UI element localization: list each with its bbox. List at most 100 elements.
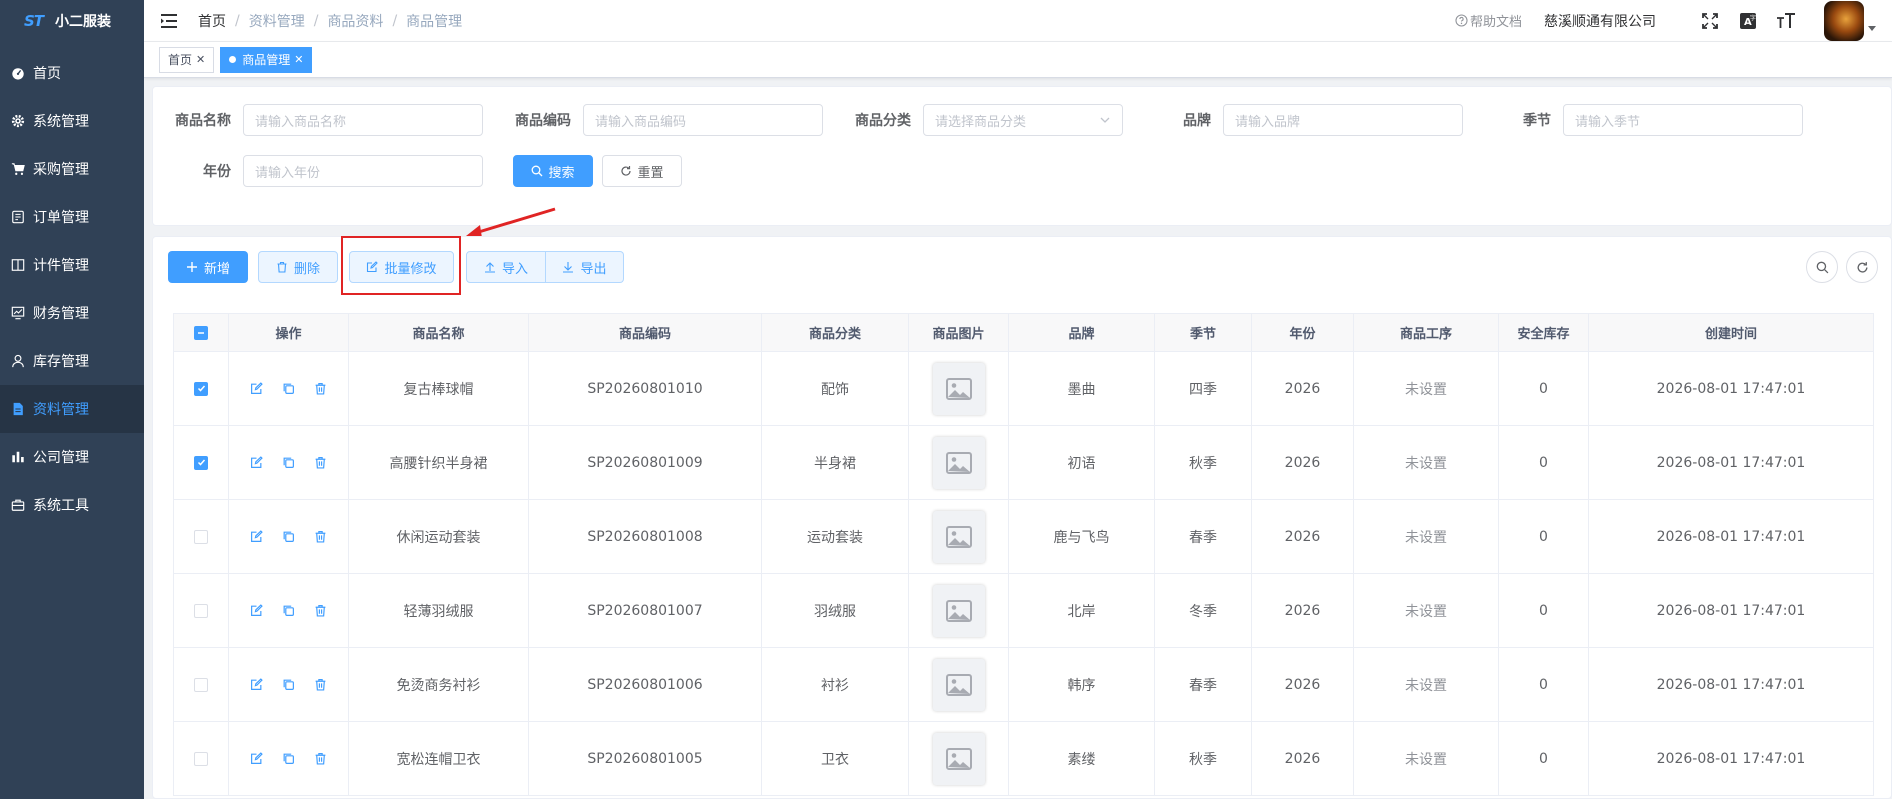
fullscreen-icon[interactable] bbox=[1700, 11, 1720, 31]
form-label: 商品分类 bbox=[855, 113, 911, 129]
row-checkbox[interactable] bbox=[194, 455, 208, 470]
row-actions-cell bbox=[228, 425, 349, 500]
batch-edit-button[interactable]: 批量修改 bbox=[349, 251, 454, 283]
trash-icon[interactable] bbox=[312, 528, 330, 546]
font-size-icon[interactable] bbox=[1776, 11, 1796, 31]
question-icon bbox=[1455, 14, 1468, 27]
sidebar-item-piecework[interactable]: 计件管理 bbox=[0, 241, 144, 289]
product-code-cell: SP20260801007 bbox=[528, 573, 762, 648]
edit-icon[interactable] bbox=[248, 750, 266, 768]
edit-icon[interactable] bbox=[248, 454, 266, 472]
created-time-cell: 2026-08-01 17:47:01 bbox=[1588, 647, 1874, 722]
brand-input[interactable]: 请输入品牌 bbox=[1223, 104, 1463, 136]
column-header: 商品图片 bbox=[908, 313, 1009, 352]
row-checkbox[interactable] bbox=[194, 677, 208, 692]
select-all-cell bbox=[173, 313, 229, 352]
translate-icon[interactable]: A字 bbox=[1738, 11, 1758, 31]
toggle-search-button[interactable] bbox=[1806, 251, 1838, 283]
image-placeholder-icon[interactable] bbox=[932, 510, 985, 563]
import-button[interactable]: 导入 bbox=[466, 251, 546, 283]
copy-icon[interactable] bbox=[280, 380, 298, 398]
sidebar-item-company[interactable]: 公司管理 bbox=[0, 433, 144, 481]
image-placeholder-icon[interactable] bbox=[932, 584, 985, 637]
sidebar-item-purchase[interactable]: 采购管理 bbox=[0, 145, 144, 193]
form-item-category: 商品分类 请选择商品分类 bbox=[845, 104, 1123, 136]
sidebar-item-home[interactable]: 首页 bbox=[0, 49, 144, 97]
reset-button[interactable]: 重置 bbox=[602, 155, 682, 187]
copy-icon[interactable] bbox=[280, 528, 298, 546]
breadcrumb-separator: / bbox=[235, 12, 240, 29]
form-label: 商品编码 bbox=[515, 113, 571, 129]
safety-stock-cell: 0 bbox=[1498, 499, 1589, 574]
table-panel: 新增 删除 批量修改 导入 导出 操作 商品名称 商品编码 商品分类 商品图片 … bbox=[152, 236, 1892, 799]
copy-icon[interactable] bbox=[280, 602, 298, 620]
avatar[interactable] bbox=[1824, 0, 1864, 41]
navbar: 首页 / 资料管理 / 商品资料 / 商品管理 帮助文档 慈溪顺通有限公司 A字 bbox=[144, 0, 1892, 42]
bar-chart-icon bbox=[10, 449, 26, 465]
trash-icon bbox=[277, 261, 287, 273]
created-time-cell: 2026-08-01 17:47:01 bbox=[1588, 351, 1874, 426]
trash-icon[interactable] bbox=[312, 676, 330, 694]
sidebar-item-data[interactable]: 资料管理 bbox=[0, 385, 144, 433]
hamburger-icon[interactable] bbox=[160, 13, 178, 29]
add-button[interactable]: 新增 bbox=[168, 251, 248, 283]
product-name-input[interactable]: 请输入商品名称 bbox=[243, 104, 483, 136]
delete-button[interactable]: 删除 bbox=[258, 251, 338, 283]
season-cell: 秋季 bbox=[1154, 425, 1252, 500]
sidebar-item-system[interactable]: 系统管理 bbox=[0, 97, 144, 145]
edit-icon[interactable] bbox=[248, 380, 266, 398]
row-checkbox[interactable] bbox=[194, 381, 208, 396]
sidebar-item-tools[interactable]: 系统工具 bbox=[0, 481, 144, 529]
trash-icon[interactable] bbox=[312, 454, 330, 472]
year-cell: 2026 bbox=[1251, 647, 1354, 722]
select-all-checkbox[interactable] bbox=[194, 325, 208, 340]
row-actions-cell bbox=[228, 351, 349, 426]
image-placeholder-icon[interactable] bbox=[932, 436, 985, 489]
trash-icon[interactable] bbox=[312, 602, 330, 620]
season-input[interactable]: 请输入季节 bbox=[1563, 104, 1803, 136]
refresh-table-button[interactable] bbox=[1846, 251, 1878, 283]
chevron-down-icon bbox=[1100, 117, 1110, 123]
edit-icon[interactable] bbox=[248, 676, 266, 694]
edit-icon bbox=[367, 261, 379, 273]
sidebar-item-inventory[interactable]: 库存管理 bbox=[0, 337, 144, 385]
breadcrumb-item: 商品管理 bbox=[406, 13, 463, 30]
copy-icon[interactable] bbox=[280, 454, 298, 472]
year-cell: 2026 bbox=[1251, 721, 1354, 796]
brand-cell: 鹿与飞鸟 bbox=[1008, 499, 1155, 574]
copy-icon[interactable] bbox=[280, 676, 298, 694]
row-checkbox[interactable] bbox=[194, 529, 208, 544]
row-checkbox[interactable] bbox=[194, 751, 208, 766]
image-placeholder-icon[interactable] bbox=[932, 658, 985, 711]
trash-icon[interactable] bbox=[312, 750, 330, 768]
season-cell: 冬季 bbox=[1154, 573, 1252, 648]
edit-icon[interactable] bbox=[248, 602, 266, 620]
sidebar-item-orders[interactable]: 订单管理 bbox=[0, 193, 144, 241]
table-row: 轻薄羽绒服 SP20260801007 羽绒服 北岸 冬季 2026 未设置 0… bbox=[173, 573, 1874, 648]
product-category-cell: 半身裙 bbox=[761, 425, 909, 500]
product-category-select[interactable]: 请选择商品分类 bbox=[923, 104, 1123, 136]
product-code-input[interactable]: 请输入商品编码 bbox=[583, 104, 823, 136]
help-docs-link[interactable]: 帮助文档 bbox=[1455, 11, 1522, 30]
breadcrumb-item[interactable]: 首页 bbox=[198, 11, 226, 31]
product-category-cell: 卫衣 bbox=[761, 721, 909, 796]
year-input[interactable]: 请输入年份 bbox=[243, 155, 483, 187]
image-placeholder-icon[interactable] bbox=[932, 362, 985, 415]
edit-icon[interactable] bbox=[248, 528, 266, 546]
image-placeholder-icon[interactable] bbox=[932, 732, 985, 785]
search-icon bbox=[1816, 261, 1828, 273]
close-icon[interactable]: ✕ bbox=[294, 48, 303, 72]
product-category-cell: 羽绒服 bbox=[761, 573, 909, 648]
tag-product-management[interactable]: 商品管理 ✕ bbox=[220, 46, 313, 73]
close-icon[interactable]: ✕ bbox=[196, 48, 205, 72]
row-checkbox[interactable] bbox=[194, 603, 208, 618]
plus-icon bbox=[186, 262, 197, 272]
trash-icon[interactable] bbox=[312, 380, 330, 398]
export-button[interactable]: 导出 bbox=[546, 251, 624, 283]
copy-icon[interactable] bbox=[280, 750, 298, 768]
app-logo[interactable]: ST 小二服装 bbox=[0, 0, 144, 42]
sidebar-item-finance[interactable]: 财务管理 bbox=[0, 289, 144, 337]
tag-home[interactable]: 首页 ✕ bbox=[159, 46, 215, 73]
caret-down-icon[interactable] bbox=[1868, 26, 1876, 31]
search-button[interactable]: 搜索 bbox=[513, 155, 593, 187]
